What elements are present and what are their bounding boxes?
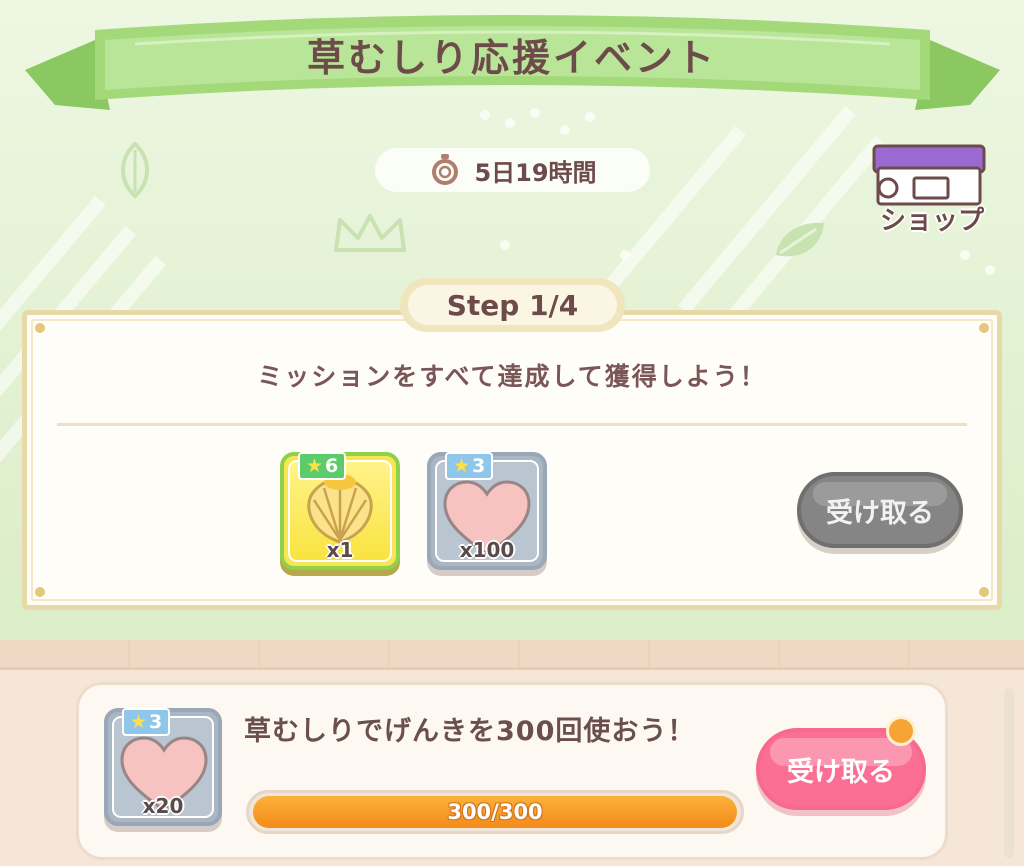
reward-quantity: x1 (326, 538, 354, 562)
step-divider (57, 423, 967, 426)
reward-quantity: x100 (459, 538, 515, 562)
crown-decoration-icon (334, 214, 406, 252)
reward-rarity-value: 3 (149, 711, 163, 733)
step-reward-item-heart[interactable]: ★ 3 x100 (427, 452, 547, 570)
reward-rarity-badge: ★ 6 (298, 452, 347, 480)
reward-quantity: x20 (142, 794, 184, 818)
step-indicator: Step 1/4 (400, 278, 625, 332)
mission-description: 草むしりでげんきを300回使おう！ (244, 716, 696, 747)
mission-claim-label: 受け取る (787, 756, 895, 788)
mission-list-scrollbar[interactable] (1004, 688, 1014, 858)
star-icon: ★ (453, 455, 471, 477)
mission-progress-bar: 300/300 (246, 790, 744, 834)
shop-label: ショップ (879, 206, 984, 236)
notification-dot (886, 716, 916, 746)
leaf-decoration-icon (776, 222, 824, 257)
shop-button[interactable]: ショップ (862, 140, 1002, 240)
event-title: 草むしり応援イベント (306, 36, 717, 80)
shell-icon (307, 474, 373, 544)
reward-rarity-value: 6 (325, 455, 339, 477)
step-claim-button[interactable]: 受け取る (797, 472, 963, 548)
step-reward-item-shell[interactable]: ★ 6 x1 (280, 452, 400, 570)
star-icon: ★ (130, 711, 148, 733)
step-claim-label: 受け取る (826, 497, 934, 529)
step-label: Step 1/4 (408, 285, 617, 325)
mission-reward-item-heart[interactable]: ★ 3 x20 (104, 708, 222, 826)
timer-text: 5日19時間 (474, 158, 597, 187)
star-icon: ★ (306, 455, 324, 477)
mission-progress-text: 300/300 (447, 800, 543, 824)
reward-rarity-badge: ★ 3 (445, 452, 494, 480)
event-timer: 5日19時間 (375, 148, 650, 192)
step-instruction: ミッションをすべて達成して獲得しよう！ (257, 362, 767, 391)
reward-rarity-value: 3 (472, 455, 486, 477)
reward-rarity-badge: ★ 3 (122, 708, 171, 736)
stopwatch-icon (432, 154, 459, 185)
leaf-decoration-icon (121, 141, 149, 199)
